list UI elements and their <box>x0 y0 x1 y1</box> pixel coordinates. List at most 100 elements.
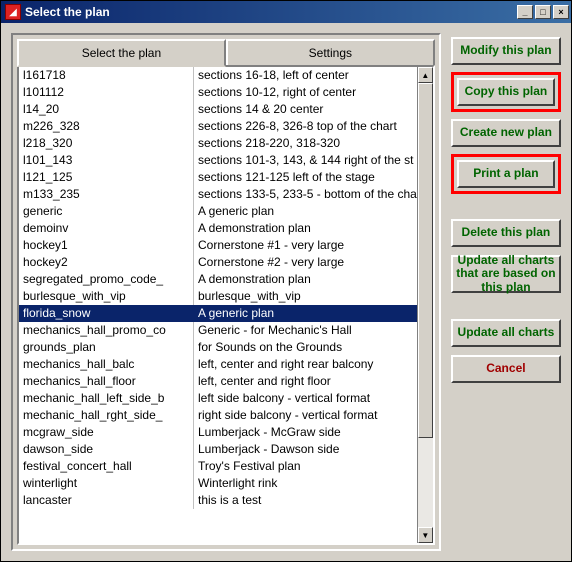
copy-plan-button[interactable]: Copy this plan <box>457 78 555 106</box>
plan-desc-cell: sections 101-3, 143, & 144 right of the … <box>194 152 417 169</box>
table-row[interactable]: segregated_promo_code_A demonstration pl… <box>19 271 417 288</box>
table-row[interactable]: l101_143sections 101-3, 143, & 144 right… <box>19 152 417 169</box>
plan-name-cell: mechanics_hall_floor <box>19 373 194 390</box>
table-row[interactable]: florida_snowA generic plan <box>19 305 417 322</box>
table-row[interactable]: genericA generic plan <box>19 203 417 220</box>
plan-name-cell: festival_concert_hall <box>19 458 194 475</box>
create-plan-button[interactable]: Create new plan <box>451 119 561 147</box>
modify-plan-button[interactable]: Modify this plan <box>451 37 561 65</box>
plan-desc-cell: Cornerstone #1 - very large <box>194 237 417 254</box>
plan-desc-cell: sections 14 & 20 center <box>194 101 417 118</box>
dialog-window: ◢ Select the plan _ □ × Select the plan … <box>0 0 572 562</box>
window-title: Select the plan <box>25 5 517 19</box>
table-row[interactable]: l121_125sections 121-125 left of the sta… <box>19 169 417 186</box>
table-row[interactable]: mechanics_hall_floorleft, center and rig… <box>19 373 417 390</box>
plan-desc-cell: sections 133-5, 233-5 - bottom of the ch… <box>194 186 417 203</box>
tab-settings[interactable]: Settings <box>226 39 435 67</box>
table-row[interactable]: dawson_sideLumberjack - Dawson side <box>19 441 417 458</box>
plan-desc-cell: for Sounds on the Grounds <box>194 339 417 356</box>
table-row[interactable]: mechanic_hall_rght_side_right side balco… <box>19 407 417 424</box>
tab-select-plan[interactable]: Select the plan <box>17 39 226 67</box>
table-row[interactable]: mcgraw_sideLumberjack - McGraw side <box>19 424 417 441</box>
plan-desc-cell: Cornerstone #2 - very large <box>194 254 417 271</box>
table-row[interactable]: m133_235sections 133-5, 233-5 - bottom o… <box>19 186 417 203</box>
plan-desc-cell: sections 10-12, right of center <box>194 84 417 101</box>
delete-plan-button[interactable]: Delete this plan <box>451 219 561 247</box>
plan-name-cell: mechanics_hall_balc <box>19 356 194 373</box>
plan-name-cell: mechanics_hall_promo_co <box>19 322 194 339</box>
table-row[interactable]: mechanics_hall_balcleft, center and righ… <box>19 356 417 373</box>
plan-name-cell: l161718 <box>19 67 194 84</box>
table-row[interactable]: lancasterthis is a test <box>19 492 417 509</box>
table-row[interactable]: l161718sections 16-18, left of center <box>19 67 417 84</box>
plan-name-cell: segregated_promo_code_ <box>19 271 194 288</box>
cancel-button[interactable]: Cancel <box>451 355 561 383</box>
left-panel: Select the plan Settings l161718sections… <box>11 33 441 551</box>
client-area: Select the plan Settings l161718sections… <box>1 23 571 561</box>
plan-name-cell: hockey1 <box>19 237 194 254</box>
spacer <box>451 301 561 311</box>
update-all-charts-button[interactable]: Update all charts <box>451 319 561 347</box>
plan-name-cell: l101112 <box>19 84 194 101</box>
plan-name-cell: hockey2 <box>19 254 194 271</box>
table-row[interactable]: l14_20sections 14 & 20 center <box>19 101 417 118</box>
button-panel: Modify this plan Copy this plan Create n… <box>451 33 561 551</box>
spacer <box>451 201 561 211</box>
titlebar[interactable]: ◢ Select the plan _ □ × <box>1 1 571 23</box>
plan-name-cell: l121_125 <box>19 169 194 186</box>
table-row[interactable]: grounds_planfor Sounds on the Grounds <box>19 339 417 356</box>
close-button[interactable]: × <box>553 5 569 19</box>
plan-name-cell: mechanic_hall_rght_side_ <box>19 407 194 424</box>
scroll-down-button[interactable]: ▼ <box>418 527 433 543</box>
table-row[interactable]: l218_320sections 218-220, 318-320 <box>19 135 417 152</box>
plan-desc-cell: A demonstration plan <box>194 220 417 237</box>
plan-name-cell: m133_235 <box>19 186 194 203</box>
table-row[interactable]: burlesque_with_vipburlesque_with_vip <box>19 288 417 305</box>
plan-name-cell: burlesque_with_vip <box>19 288 194 305</box>
plan-desc-cell: A generic plan <box>194 305 417 322</box>
plan-name-cell: florida_snow <box>19 305 194 322</box>
tab-strip: Select the plan Settings <box>17 39 435 67</box>
table-row[interactable]: mechanic_hall_left_side_bleft side balco… <box>19 390 417 407</box>
plan-name-cell: m226_328 <box>19 118 194 135</box>
scroll-up-button[interactable]: ▲ <box>418 67 433 83</box>
plan-name-cell: demoinv <box>19 220 194 237</box>
plan-name-cell: generic <box>19 203 194 220</box>
plan-list: l161718sections 16-18, left of centerl10… <box>17 65 435 545</box>
table-row[interactable]: mechanics_hall_promo_coGeneric - for Mec… <box>19 322 417 339</box>
plan-desc-cell: Generic - for Mechanic's Hall <box>194 322 417 339</box>
plan-desc-cell: sections 121-125 left of the stage <box>194 169 417 186</box>
table-row[interactable]: hockey1Cornerstone #1 - very large <box>19 237 417 254</box>
plan-desc-cell: right side balcony - vertical format <box>194 407 417 424</box>
plan-name-cell: mechanic_hall_left_side_b <box>19 390 194 407</box>
maximize-button[interactable]: □ <box>535 5 551 19</box>
plan-name-cell: lancaster <box>19 492 194 509</box>
scroll-thumb[interactable] <box>418 83 433 438</box>
table-row[interactable]: winterlightWinterlight rink <box>19 475 417 492</box>
print-plan-button[interactable]: Print a plan <box>457 160 555 188</box>
plan-desc-cell: Troy's Festival plan <box>194 458 417 475</box>
table-row[interactable]: l101112sections 10-12, right of center <box>19 84 417 101</box>
minimize-button[interactable]: _ <box>517 5 533 19</box>
plan-list-body[interactable]: l161718sections 16-18, left of centerl10… <box>19 67 417 543</box>
update-based-charts-button[interactable]: Update all charts that are based on this… <box>451 255 561 293</box>
plan-desc-cell: A generic plan <box>194 203 417 220</box>
plan-name-cell: mcgraw_side <box>19 424 194 441</box>
table-row[interactable]: m226_328sections 226-8, 326-8 top of the… <box>19 118 417 135</box>
plan-desc-cell: Lumberjack - McGraw side <box>194 424 417 441</box>
plan-desc-cell: left side balcony - vertical format <box>194 390 417 407</box>
plan-desc-cell: A demonstration plan <box>194 271 417 288</box>
vertical-scrollbar[interactable]: ▲ ▼ <box>417 67 433 543</box>
plan-desc-cell: sections 16-18, left of center <box>194 67 417 84</box>
plan-desc-cell: burlesque_with_vip <box>194 288 417 305</box>
table-row[interactable]: hockey2Cornerstone #2 - very large <box>19 254 417 271</box>
highlight-print: Print a plan <box>451 154 561 194</box>
plan-name-cell: grounds_plan <box>19 339 194 356</box>
plan-name-cell: dawson_side <box>19 441 194 458</box>
table-row[interactable]: festival_concert_hallTroy's Festival pla… <box>19 458 417 475</box>
app-icon: ◢ <box>5 4 21 20</box>
table-row[interactable]: demoinvA demonstration plan <box>19 220 417 237</box>
plan-desc-cell: left, center and right rear balcony <box>194 356 417 373</box>
plan-desc-cell: Winterlight rink <box>194 475 417 492</box>
scroll-track[interactable] <box>418 83 433 527</box>
